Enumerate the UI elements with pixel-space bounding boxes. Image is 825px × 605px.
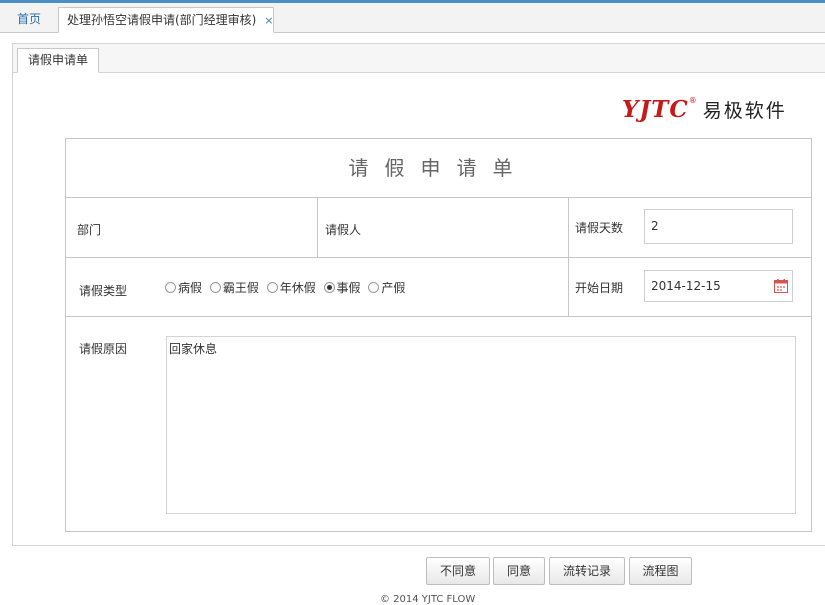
radio-sick-leave[interactable]: 病假	[165, 279, 202, 296]
radio-annual-leave[interactable]: 年休假	[266, 279, 316, 296]
radio-circle[interactable]	[165, 282, 176, 293]
tab-leave-approval[interactable]: 处理孙悟空请假申请(部门经理审核) ×	[58, 7, 274, 33]
department-label: 部门	[77, 223, 102, 237]
radio-label: 事假	[336, 281, 361, 295]
divider	[317, 198, 318, 257]
radio-circle-checked[interactable]	[323, 282, 335, 293]
divider	[568, 198, 569, 257]
start-date-label: 开始日期	[575, 281, 624, 295]
radio-label: 霸王假	[222, 281, 259, 295]
radio-circle[interactable]	[266, 282, 278, 293]
reason-label: 请假原因	[79, 342, 128, 356]
history-button[interactable]: 流转记录	[549, 557, 625, 585]
logo-text-en: YJTC	[622, 96, 689, 123]
tab-leave-form[interactable]: 请假申请单	[17, 48, 99, 73]
radio-overlord-leave[interactable]: 霸王假	[209, 279, 259, 296]
applicant-label: 请假人	[325, 223, 362, 237]
tab-home-label: 首页	[16, 12, 41, 26]
tab-leave-form-label: 请假申请单	[27, 53, 88, 67]
form-row-type: 请假类型 病假 霸王假 年休假 事假 产假 开始日期 2014-12-15	[66, 258, 811, 317]
close-icon[interactable]: ×	[264, 14, 273, 27]
radio-personal-leave[interactable]: 事假	[323, 279, 361, 296]
form-row-reason: 请假原因 回家休息	[66, 317, 811, 531]
tab-home[interactable]: 首页	[6, 7, 52, 33]
tab-leave-approval-label: 处理孙悟空请假申请(部门经理审核)	[67, 13, 257, 27]
radio-label: 产假	[381, 281, 406, 295]
leave-form: 请假申请单 部门 请假人 请假天数 2 请假类型 病假 霸王假 年休假 事假 产…	[65, 138, 812, 532]
divider	[568, 258, 569, 316]
logo-text-cn: 易极软件	[702, 100, 787, 122]
start-date-value: 2014-12-15	[651, 279, 721, 293]
radio-label: 病假	[178, 281, 203, 295]
company-logo: YJTC® 易极软件	[622, 96, 787, 126]
leave-type-label: 请假类型	[79, 284, 128, 298]
radio-circle[interactable]	[209, 282, 221, 293]
tab-bar: 首页 处理孙悟空请假申请(部门经理审核) ×	[0, 3, 825, 33]
reason-textarea[interactable]: 回家休息	[166, 336, 796, 514]
leave-type-radio-group: 病假 霸王假 年休假 事假 产假	[165, 279, 409, 296]
radio-label: 年休假	[279, 281, 316, 295]
calendar-icon[interactable]	[774, 279, 788, 293]
form-title: 请假申请单	[66, 139, 811, 198]
form-row-basic: 部门 请假人 请假天数 2	[66, 198, 811, 258]
start-date-input[interactable]: 2014-12-15	[644, 270, 793, 302]
agree-button[interactable]: 同意	[493, 557, 545, 585]
logo-registered-mark: ®	[688, 96, 697, 105]
footer-copyright: © 2014 YJTC FLOW	[380, 594, 476, 605]
panel-header: 请假申请单	[13, 44, 825, 73]
radio-circle[interactable]	[368, 282, 380, 293]
leave-days-input[interactable]: 2	[644, 209, 793, 244]
flowchart-button[interactable]: 流程图	[629, 557, 692, 585]
leave-days-label: 请假天数	[575, 221, 624, 235]
disagree-button[interactable]: 不同意	[426, 557, 490, 585]
radio-maternity-leave[interactable]: 产假	[368, 279, 405, 296]
